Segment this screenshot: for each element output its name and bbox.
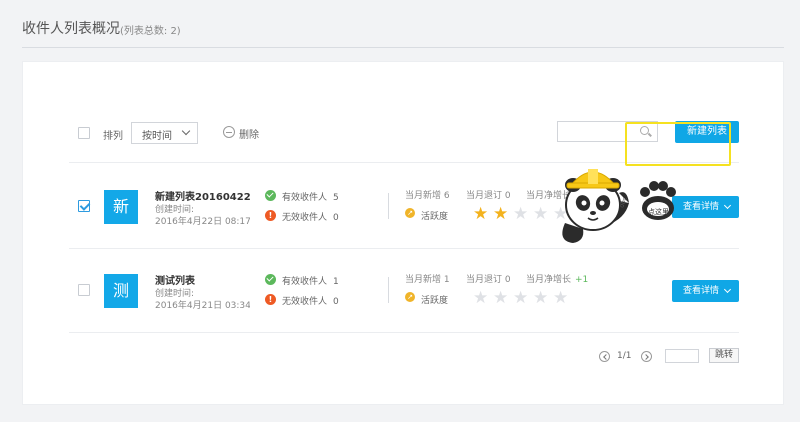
row-checkbox[interactable]: [78, 284, 90, 296]
alert-circle-icon: !: [265, 210, 276, 221]
chevron-down-icon: [723, 201, 732, 210]
invalid-count: 0: [333, 213, 339, 223]
row-separator: [388, 277, 389, 303]
star-icon: ★: [473, 204, 489, 224]
page-header: 收件人列表概况 (列表总数: 2): [0, 0, 800, 50]
list-name[interactable]: 测试列表: [155, 272, 195, 287]
check-circle-icon: [265, 190, 276, 201]
month-new: 当月新增 6: [405, 191, 450, 201]
alert-circle-icon: !: [265, 294, 276, 305]
month-net-label: 当月净增长: [526, 275, 572, 285]
chevron-left-icon[interactable]: [599, 351, 610, 362]
page-jump-input[interactable]: [665, 349, 699, 363]
highlight-box: [625, 122, 731, 166]
activity-icon: ↗: [405, 292, 415, 302]
sort-label: 排列: [103, 131, 123, 142]
chevron-down-icon: [181, 126, 191, 136]
activity-label: 活跃度: [421, 212, 449, 222]
star-icon: ★: [493, 204, 509, 224]
view-details-button[interactable]: 查看详情: [672, 196, 739, 218]
chevron-down-icon: [723, 285, 732, 294]
valid-label: 有效收件人: [282, 193, 328, 203]
star-icon: ★: [493, 288, 509, 308]
page-title: 收件人列表概况: [22, 21, 120, 37]
paw-label[interactable]: 点这里: [648, 207, 669, 217]
valid-count: 1: [333, 277, 339, 287]
select-all-checkbox[interactable]: [78, 127, 90, 139]
list-avatar: 新: [104, 190, 138, 224]
valid-label: 有效收件人: [282, 277, 328, 287]
created-time: 2016年4月22日 08:17 Fric: [155, 217, 250, 227]
list-name[interactable]: 新建列表20160422: [155, 188, 251, 203]
month-unsub: 当月退订 0: [466, 275, 511, 285]
page-indicator: 1/1: [617, 351, 632, 361]
invalid-label: 无效收件人: [282, 213, 328, 223]
month-unsub: 当月退订 0: [466, 191, 511, 201]
sort-select[interactable]: 按时间: [131, 122, 198, 144]
row-checkbox[interactable]: [78, 200, 90, 212]
activity-icon: ↗: [405, 208, 415, 218]
delete-label: 删除: [239, 130, 259, 141]
view-details-label: 查看详情: [683, 286, 720, 296]
star-icon: ★: [473, 288, 489, 308]
view-details-button[interactable]: 查看详情: [672, 280, 739, 302]
month-net-value: +1: [575, 275, 589, 285]
minus-circle-icon: [223, 126, 235, 138]
chevron-right-icon[interactable]: [641, 351, 652, 362]
list-count: (列表总数: 2): [120, 26, 181, 37]
invalid-label: 无效收件人: [282, 297, 328, 307]
row-divider: [69, 332, 739, 333]
valid-count: 5: [333, 193, 339, 203]
star-icon: ★: [513, 288, 529, 308]
row-separator: [388, 193, 389, 219]
row-divider: [69, 248, 739, 249]
invalid-count: 0: [333, 297, 339, 307]
list-avatar: 测: [104, 274, 138, 308]
sort-select-value: 按时间: [142, 131, 172, 142]
star-icon: ★: [553, 288, 569, 308]
star-icon: ★: [533, 204, 549, 224]
page-jump-button[interactable]: 跳转: [709, 348, 739, 363]
check-circle-icon: [265, 274, 276, 285]
month-new: 当月新增 1: [405, 275, 450, 285]
list-card: 排列 按时间 删除 新建列表 新 新建列表20160422 创建时间: 2016…: [22, 61, 784, 405]
view-details-label: 查看详情: [683, 202, 720, 212]
list-row: 测 测试列表 创建时间: 2016年4月21日 03:34 Thu 有效收件人1…: [23, 250, 785, 334]
header-divider: [22, 47, 784, 48]
month-net: 当月净增长 +1: [526, 272, 588, 285]
star-icon: ★: [513, 204, 529, 224]
created-time: 2016年4月21日 03:34 Thu: [155, 301, 250, 311]
star-icon: ★: [533, 288, 549, 308]
activity-label: 活跃度: [421, 296, 449, 306]
